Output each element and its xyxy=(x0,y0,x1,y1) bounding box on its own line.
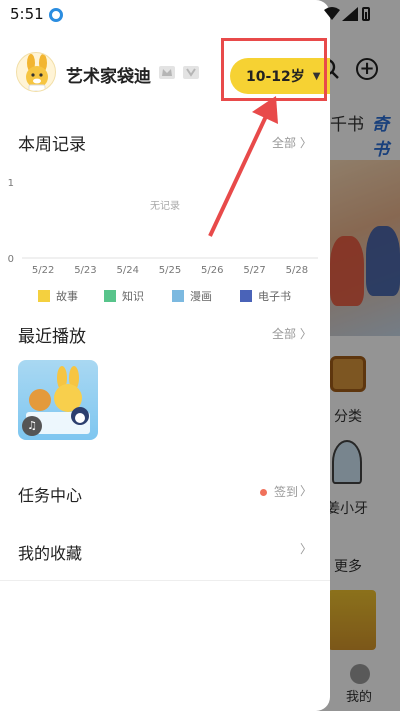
recent-plays-title: 最近播放 xyxy=(18,327,86,347)
medal-icon[interactable] xyxy=(182,63,200,81)
legend-swatch xyxy=(240,290,252,302)
sign-in-label: 签到 xyxy=(274,485,299,499)
legend-swatch xyxy=(172,290,184,302)
task-center-label: 任务中心 xyxy=(18,486,83,505)
battery-icon xyxy=(362,7,370,21)
y-tick-label: 1 xyxy=(8,178,14,189)
legend-item: 电子书 xyxy=(240,288,291,304)
divider xyxy=(0,580,330,581)
chevron-right-icon: 〉 xyxy=(299,484,312,498)
nickname: 艺术家袋迪 xyxy=(66,67,151,87)
legend-label: 故事 xyxy=(56,290,78,303)
recent-item-thumbnail[interactable]: ♫ xyxy=(18,360,98,440)
legend-label: 知识 xyxy=(122,290,144,303)
recent-plays-all-label: 全部 xyxy=(272,327,297,341)
legend-swatch xyxy=(38,290,50,302)
legend-item: 知识 xyxy=(104,288,144,304)
annotation-arrow-icon xyxy=(208,96,278,237)
favorites-label: 我的收藏 xyxy=(18,544,83,563)
status-bar: 5:51 xyxy=(0,0,400,30)
signal-icon xyxy=(342,7,358,21)
x-tick-label: 5/25 xyxy=(159,265,181,276)
weekly-record-title: 本周记录 xyxy=(18,135,86,155)
chevron-right-icon: 〉 xyxy=(299,136,312,150)
vip-crown-icon[interactable] xyxy=(158,63,176,81)
legend-label: 电子书 xyxy=(258,290,291,303)
browser-notification-icon xyxy=(49,8,63,22)
x-tick-label: 5/24 xyxy=(116,265,138,276)
recent-plays-all-link[interactable]: 全部 〉 xyxy=(272,325,312,342)
chart-legend: 故事 知识 漫画 电子书 xyxy=(38,288,318,304)
x-tick-label: 5/23 xyxy=(74,265,96,276)
task-center-row[interactable]: 任务中心 签到 〉 xyxy=(18,472,316,512)
wifi-icon xyxy=(324,7,340,20)
x-tick-label: 5/28 xyxy=(286,265,308,276)
legend-item: 故事 xyxy=(38,288,78,304)
x-tick-label: 5/27 xyxy=(243,265,265,276)
legend-swatch xyxy=(104,290,116,302)
legend-item: 漫画 xyxy=(172,288,212,304)
chevron-right-icon: 〉 xyxy=(299,327,312,341)
y-tick-label: 0 xyxy=(8,254,14,265)
status-time: 5:51 xyxy=(10,5,44,23)
headphone-icon: ♫ xyxy=(22,416,42,436)
favorites-row[interactable]: 我的收藏 〉 xyxy=(18,530,316,570)
notification-dot xyxy=(260,489,267,496)
avatar[interactable] xyxy=(16,52,56,92)
x-tick-label: 5/26 xyxy=(201,265,223,276)
empty-state-text: 无记录 xyxy=(150,200,180,212)
legend-label: 漫画 xyxy=(190,290,212,303)
rabbit-avatar-icon xyxy=(26,54,48,91)
x-tick-label: 5/22 xyxy=(32,265,54,276)
chevron-right-icon: 〉 xyxy=(299,542,312,556)
